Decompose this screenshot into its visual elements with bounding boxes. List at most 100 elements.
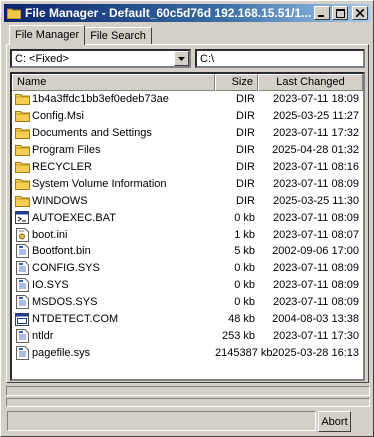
file-name: WINDOWS: [32, 194, 88, 207]
file-row[interactable]: MSDOS.SYS 0 kb 2023-07-11 08:09: [12, 294, 363, 311]
file-last-changed: 2025-03-28 16:13: [272, 346, 359, 359]
file-last-changed: 2023-07-11 08:09: [272, 177, 359, 190]
file-size: 0 kb: [234, 296, 255, 309]
file-last-changed: 2023-07-11 08:09: [272, 279, 359, 292]
file-row[interactable]: NTDETECT.COM 48 kb 2004-08-03 13:38: [12, 311, 363, 328]
system-file-icon: [14, 278, 30, 293]
file-size: 0 kb: [234, 211, 255, 224]
file-name-cell: WINDOWS: [12, 194, 215, 208]
file-name: ntldr: [32, 329, 54, 342]
file-size: DIR: [236, 110, 255, 123]
file-name: Documents and Settings: [32, 127, 152, 140]
file-name: System Volume Information: [32, 177, 167, 190]
file-name-cell: Config.Msi: [12, 109, 215, 123]
horizontal-scrollbar[interactable]: [6, 386, 370, 396]
progress-bar: [6, 398, 370, 407]
file-size: 1 kb: [234, 228, 255, 241]
maximize-button[interactable]: [332, 6, 348, 20]
file-name: AUTOEXEC.BAT: [32, 211, 116, 224]
application-file-icon: [14, 312, 30, 326]
file-name-cell: AUTOEXEC.BAT: [12, 211, 215, 225]
folder-icon: [14, 194, 30, 208]
file-row[interactable]: 1b4a3ffdc1bb3ef0edeb73ae DIR 2023-07-11 18…: [12, 91, 363, 108]
abort-button[interactable]: Abort: [318, 411, 351, 432]
file-row[interactable]: AUTOEXEC.BAT 0 kb 2023-07-11 08:09: [12, 209, 363, 226]
file-row[interactable]: WINDOWS DIR 2025-03-25 11:30: [12, 192, 363, 209]
tab-bar: File Manager File Search: [9, 25, 152, 45]
file-row[interactable]: System Volume Information DIR 2023-07-11 0…: [12, 175, 363, 192]
file-last-changed: 2025-04-28 01:32: [272, 144, 359, 157]
file-row[interactable]: Config.Msi DIR 2025-03-25 11:27: [12, 108, 363, 125]
file-size: DIR: [236, 161, 255, 173]
file-last-changed: 2023-07-11 17:30: [272, 329, 359, 342]
column-header-size[interactable]: Size: [215, 74, 258, 91]
file-name-cell: Program Files: [12, 143, 215, 157]
path-input[interactable]: [195, 49, 365, 68]
file-last-changed: 2023-07-11 08:09: [272, 211, 359, 224]
file-size: DIR: [236, 93, 255, 106]
file-name: Config.Msi: [32, 110, 84, 123]
folder-app-icon: [6, 5, 22, 21]
file-row[interactable]: IO.SYS 0 kb 2023-07-11 08:09: [12, 277, 363, 294]
file-size: 0 kb: [234, 279, 255, 292]
column-header-last-changed[interactable]: Last Changed: [258, 74, 363, 91]
file-manager-window: File Manager - Default_60c5d76d 192.168.…: [0, 0, 374, 437]
batch-file-icon: [14, 211, 30, 225]
file-name-cell: 1b4a3ffdc1bb3ef0edeb73ae: [12, 92, 215, 106]
file-name: boot.ini: [32, 228, 68, 241]
file-size: 5 kb: [234, 245, 255, 258]
file-last-changed: 2002-09-06 17:00: [272, 245, 359, 258]
settings-file-icon: [14, 227, 30, 242]
file-row[interactable]: Bootfont.bin 5 kb 2002-09-06 17:00: [12, 243, 363, 260]
file-name-cell: NTDETECT.COM: [12, 312, 215, 326]
folder-icon: [14, 109, 30, 123]
tab-file-manager[interactable]: File Manager: [9, 25, 86, 45]
file-size: 253 kb: [221, 329, 255, 342]
file-last-changed: 2023-07-11 08:16: [272, 161, 359, 173]
file-last-changed: 2025-03-25 11:30: [272, 194, 359, 207]
file-rows: 1b4a3ffdc1bb3ef0edeb73ae DIR 2023-07-11 18…: [12, 91, 363, 361]
file-name: MSDOS.SYS: [32, 296, 98, 309]
tab-file-search[interactable]: File Search: [84, 27, 152, 45]
column-header-name[interactable]: Name: [12, 74, 215, 91]
file-name-cell: Bootfont.bin: [12, 244, 215, 259]
file-name-cell: MSDOS.SYS: [12, 295, 215, 310]
file-name: Bootfont.bin: [32, 245, 91, 258]
system-file-icon: [14, 295, 30, 310]
file-name: NTDETECT.COM: [32, 313, 119, 326]
file-name: RECYCLER: [32, 161, 92, 173]
file-row[interactable]: pagefile.sys 2145387 kb 2025-03-28 16:13: [12, 344, 363, 361]
system-file-icon: [14, 345, 30, 360]
file-size: DIR: [236, 127, 255, 140]
file-name-cell: Documents and Settings: [12, 126, 215, 140]
status-field: [7, 411, 316, 431]
file-row[interactable]: Documents and Settings DIR 2023-07-11 17:3…: [12, 125, 363, 142]
chevron-down-icon[interactable]: [174, 51, 189, 66]
file-last-changed: 2023-07-11 08:07: [272, 228, 359, 241]
file-row[interactable]: RECYCLER DIR 2023-07-11 08:16: [12, 159, 363, 176]
drive-select-value: C: <Fixed>: [15, 52, 69, 65]
file-size: 0 kb: [234, 262, 255, 275]
folder-icon: [14, 160, 30, 174]
file-row[interactable]: boot.ini 1 kb 2023-07-11 08:07: [12, 226, 363, 243]
close-button[interactable]: [352, 6, 368, 20]
file-name-cell: ntldr: [12, 328, 215, 343]
file-name: pagefile.sys: [32, 346, 91, 359]
minimize-button[interactable]: [314, 6, 330, 20]
file-last-changed: 2023-07-11 17:32: [272, 127, 359, 140]
file-row[interactable]: ntldr 253 kb 2023-07-11 17:30: [12, 327, 363, 344]
folder-icon: [14, 177, 30, 191]
file-last-changed: 2023-07-11 18:09: [272, 93, 359, 106]
file-size: DIR: [236, 144, 255, 157]
drive-select[interactable]: C: <Fixed>: [10, 49, 191, 68]
title-bar[interactable]: File Manager - Default_60c5d76d 192.168.…: [4, 4, 370, 22]
file-name: IO.SYS: [32, 279, 69, 292]
system-file-icon: [14, 261, 30, 276]
file-row[interactable]: CONFIG.SYS 0 kb 2023-07-11 08:09: [12, 260, 363, 277]
file-list[interactable]: Name Size Last Changed 1b4a3ffdc1bb3ef0e…: [10, 72, 365, 381]
file-name-cell: IO.SYS: [12, 278, 215, 293]
file-row[interactable]: Program Files DIR 2025-04-28 01:32: [12, 142, 363, 159]
window-title: File Manager - Default_60c5d76d 192.168.…: [25, 6, 312, 20]
file-name: CONFIG.SYS: [32, 262, 100, 275]
list-header: Name Size Last Changed: [12, 74, 363, 91]
